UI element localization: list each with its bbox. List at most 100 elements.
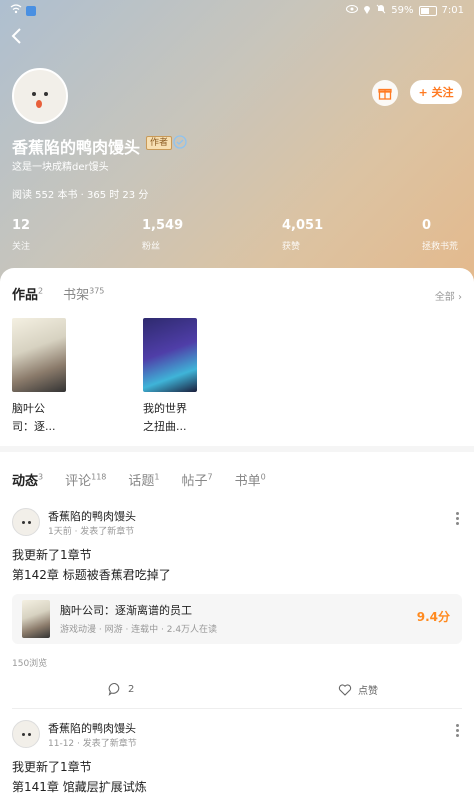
tab-count: 375 bbox=[89, 286, 105, 296]
stat-label: 粉丝 bbox=[142, 242, 161, 252]
post-text: 我更新了1章节 bbox=[12, 548, 92, 562]
tab-label: 作品 bbox=[12, 288, 39, 303]
tab-label: 书单 bbox=[234, 474, 261, 489]
mute-icon bbox=[376, 4, 386, 17]
battery-percent: 59% bbox=[391, 5, 414, 16]
post-actions: 2 点赞 bbox=[0, 682, 474, 702]
post-meta: 11-12 · 发表了新章节 bbox=[48, 739, 137, 749]
tab-count: 0 bbox=[260, 472, 266, 482]
tab-label: 动态 bbox=[12, 474, 39, 489]
avatar-eye bbox=[28, 521, 31, 524]
comment-count: 2 bbox=[128, 683, 135, 695]
book-cover bbox=[143, 318, 197, 392]
stat-followers[interactable]: 1,549 粉丝 bbox=[142, 218, 183, 252]
clock: 7:01 bbox=[441, 5, 464, 16]
post-meta: 1天前 · 发表了新章节 bbox=[48, 527, 135, 537]
tab-booklists[interactable]: 书单0 bbox=[235, 470, 266, 489]
section-divider bbox=[0, 446, 474, 452]
more-options-icon[interactable] bbox=[456, 724, 460, 737]
tab-count: 7 bbox=[207, 472, 213, 482]
location-icon bbox=[363, 4, 371, 17]
stat-value: 12 bbox=[12, 218, 31, 233]
comment-icon bbox=[108, 682, 120, 696]
feed-tabs: 动态3 评论118 话题1 帖子7 书单0 bbox=[12, 470, 266, 489]
works-tabs: 作品2 书架375 bbox=[12, 284, 104, 303]
profile-content-card: 作品2 书架375 全部 › 脑叶公司：逐... 我的世界之扭曲... 动态3 … bbox=[0, 268, 474, 794]
tab-label: 帖子 bbox=[181, 474, 208, 489]
tab-count: 1 bbox=[154, 472, 160, 482]
stat-rescue[interactable]: 0 拯救书荒 bbox=[422, 218, 458, 252]
stat-label: 拯救书荒 bbox=[422, 242, 459, 252]
tab-comments[interactable]: 评论118 bbox=[65, 470, 106, 489]
see-all-label: 全部 bbox=[434, 292, 455, 303]
follow-button[interactable]: + 关注 bbox=[410, 80, 462, 104]
tab-topics[interactable]: 话题1 bbox=[128, 470, 159, 489]
battery-icon bbox=[418, 5, 437, 16]
avatar-eye bbox=[22, 733, 25, 736]
profile-stats: 12 关注 1,549 粉丝 4,051 获赞 0 拯救书荒 bbox=[0, 218, 474, 258]
like-label: 点赞 bbox=[358, 686, 378, 697]
see-all-link[interactable]: 全部 › bbox=[435, 288, 462, 303]
profile-avatar[interactable] bbox=[12, 68, 68, 124]
like-button[interactable]: 点赞 bbox=[338, 682, 378, 697]
gift-icon bbox=[378, 88, 392, 100]
linked-book-title: 脑叶公司：逐渐离谱的员工 bbox=[60, 604, 192, 617]
avatar-eye bbox=[32, 92, 36, 96]
post-text: 我更新了1章节 bbox=[12, 760, 92, 774]
tab-count: 118 bbox=[91, 472, 107, 482]
avatar-eye bbox=[44, 92, 48, 96]
post-avatar[interactable] bbox=[12, 720, 40, 748]
stat-value: 1,549 bbox=[142, 218, 184, 233]
avatar-mouth bbox=[36, 100, 42, 108]
linked-book-meta: 游戏动漫 · 网游 · 连载中 · 2.4万人在读 bbox=[60, 625, 218, 635]
stat-label: 关注 bbox=[12, 242, 31, 252]
reading-stats: 阅读 552 本书 · 365 时 23 分 bbox=[12, 190, 149, 201]
profile-username: 香蕉陷的鸭肉馒头 bbox=[12, 138, 141, 157]
tab-count: 3 bbox=[38, 472, 44, 482]
post-author[interactable]: 香蕉陷的鸭肉馒头 bbox=[48, 508, 136, 524]
book-item[interactable]: 我的世界之扭曲... bbox=[143, 318, 203, 436]
feed-post: 香蕉陷的鸭肉馒头 11-12 · 发表了新章节 我更新了1章节 第141章 馆藏… bbox=[0, 720, 474, 794]
eye-icon bbox=[346, 5, 359, 16]
linked-book-card[interactable]: 脑叶公司：逐渐离谱的员工 游戏动漫 · 网游 · 连载中 · 2.4万人在读 9… bbox=[12, 594, 462, 644]
author-badge: 作者 bbox=[146, 136, 173, 150]
stat-likes[interactable]: 4,051 获赞 bbox=[282, 218, 323, 252]
book-item[interactable]: 脑叶公司：逐... bbox=[12, 318, 72, 436]
tab-works[interactable]: 作品2 bbox=[12, 284, 43, 303]
profile-bio: 这是一块成精der馒头 bbox=[12, 162, 109, 173]
feed-post: 香蕉陷的鸭肉馒头 1天前 · 发表了新章节 我更新了1章节 第142章 标题被香… bbox=[0, 508, 474, 708]
comment-button[interactable]: 2 bbox=[108, 682, 134, 696]
avatar-eye bbox=[28, 733, 31, 736]
status-bar: 59% 7:01 bbox=[0, 0, 474, 20]
post-author[interactable]: 香蕉陷的鸭肉馒头 bbox=[48, 720, 136, 736]
tab-label: 话题 bbox=[128, 474, 155, 489]
gift-button[interactable] bbox=[372, 80, 398, 106]
tab-bookshelf[interactable]: 书架375 bbox=[63, 284, 104, 303]
post-chapter-title[interactable]: 第142章 标题被香蕉君吃掉了 bbox=[12, 566, 171, 583]
avatar-eye bbox=[22, 521, 25, 524]
post-views: 150浏览 bbox=[12, 659, 48, 669]
book-cover bbox=[12, 318, 66, 392]
tab-count: 2 bbox=[38, 286, 44, 296]
linked-book-score: 9.4分 bbox=[416, 610, 450, 624]
tab-activity[interactable]: 动态3 bbox=[12, 470, 43, 489]
app-notification-icon bbox=[26, 5, 36, 16]
wifi-icon bbox=[10, 4, 22, 17]
post-chapter-title[interactable]: 第141章 馆藏层扩展试炼 bbox=[12, 778, 147, 795]
post-separator bbox=[12, 708, 462, 709]
back-button[interactable] bbox=[8, 26, 28, 46]
chevron-left-icon bbox=[11, 28, 21, 44]
book-title: 脑叶公司：逐... bbox=[12, 402, 56, 433]
heart-icon bbox=[338, 683, 352, 696]
tab-label: 评论 bbox=[65, 474, 92, 489]
stat-label: 获赞 bbox=[282, 242, 301, 252]
stat-value: 4,051 bbox=[282, 218, 324, 233]
post-avatar[interactable] bbox=[12, 508, 40, 536]
more-options-icon[interactable] bbox=[456, 512, 460, 525]
tab-posts[interactable]: 帖子7 bbox=[182, 470, 213, 489]
stat-value: 0 bbox=[422, 218, 432, 233]
verified-icon bbox=[173, 135, 187, 149]
tab-label: 书架 bbox=[63, 288, 90, 303]
linked-book-cover bbox=[22, 600, 50, 638]
stat-following[interactable]: 12 关注 bbox=[12, 218, 30, 252]
